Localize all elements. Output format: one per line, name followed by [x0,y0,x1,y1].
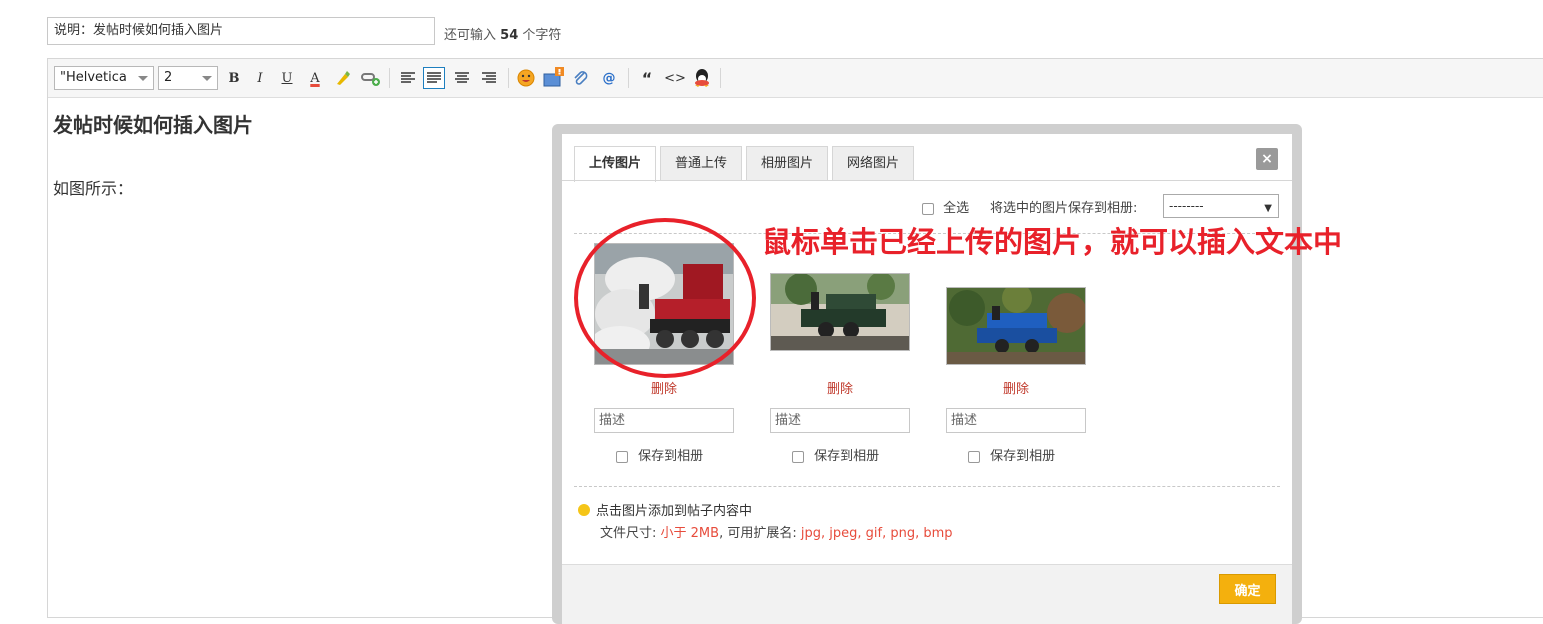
at-mention-icon[interactable]: @ [598,67,620,89]
align-right-icon[interactable] [478,67,500,89]
insert-tip: 点击图片添加到帖子内容中 [578,500,752,519]
qq-icon[interactable] [691,67,713,89]
delete-image-2[interactable]: 删除 [770,378,910,397]
align-center-icon[interactable] [451,67,473,89]
image-3-save-album[interactable]: 保存到相册 [968,445,1055,464]
album-select[interactable]: -------- ▼ [1163,194,1279,218]
font-family-select[interactable]: "Helvetica [54,66,154,90]
select-all[interactable]: 全选 [922,197,969,216]
bold-button[interactable]: B [223,67,245,89]
image-1-description-input[interactable]: 描述 [594,408,734,433]
save-selected-label: 将选中的图片保存到相册: [990,201,1138,216]
emoji-icon[interactable] [515,67,537,89]
description-input[interactable]: 说明：发帖时候如何插入图片 [47,17,435,45]
image-2-description-input[interactable]: 描述 [770,408,910,433]
content-paragraph: 如图所示： [53,179,134,198]
confirm-button[interactable]: 确定 [1219,574,1276,604]
file-size-info: 文件尺寸: 小于 2MB, 可用扩展名: jpg, jpeg, gif, png… [600,526,953,541]
uploaded-image-2[interactable] [770,273,910,351]
dialog-tabs: 上传图片 普通上传 相册图片 网络图片 [574,146,918,182]
select-all-checkbox[interactable] [922,202,934,215]
tab-web-images[interactable]: 网络图片 [832,146,915,181]
image-3-save-checkbox[interactable] [968,450,980,463]
image-3-description-input[interactable]: 描述 [946,408,1086,433]
align-left-icon[interactable] [397,67,419,89]
image-2-save-album[interactable]: 保存到相册 [792,445,879,464]
image-upload-icon[interactable] [543,67,565,89]
image-upload-dialog: 上传图片 普通上传 相册图片 网络图片 × 全选 将选中的图片保存到相册: --… [562,134,1292,624]
quote-button[interactable]: “ [636,67,658,89]
lightbulb-icon [578,504,590,516]
code-button[interactable]: <> [664,67,686,89]
content-title: 发帖时候如何插入图片 [53,113,253,137]
tab-album-images[interactable]: 相册图片 [746,146,829,181]
tab-upload-image[interactable]: 上传图片 [574,146,657,182]
highlight-icon[interactable] [332,67,354,89]
italic-button[interactable]: I [249,67,271,89]
delete-image-1[interactable]: 删除 [594,378,734,397]
highlight-circle [574,218,756,378]
underline-button[interactable]: U [276,67,298,89]
attachment-icon[interactable] [570,67,592,89]
font-color-button[interactable]: A [304,67,326,89]
font-size-select[interactable]: 2 [158,66,218,90]
editor-toolbar: "Helvetica 2 B I U A @ “ <> [48,59,1543,98]
align-justify-icon[interactable] [423,67,445,89]
uploaded-image-3[interactable] [946,287,1086,365]
dialog-footer [562,564,1292,624]
image-1-save-checkbox[interactable] [616,450,628,463]
delete-image-3[interactable]: 删除 [946,378,1086,397]
image-2-save-checkbox[interactable] [792,450,804,463]
tab-normal-upload[interactable]: 普通上传 [660,146,743,181]
remaining-chars: 还可输入 54 个字符 [444,28,562,43]
annotation-text: 鼠标单击已经上传的图片，就可以插入文本中 [762,225,1343,259]
close-button[interactable]: × [1256,148,1278,170]
link-icon[interactable] [360,67,382,89]
image-1-save-album[interactable]: 保存到相册 [616,445,703,464]
